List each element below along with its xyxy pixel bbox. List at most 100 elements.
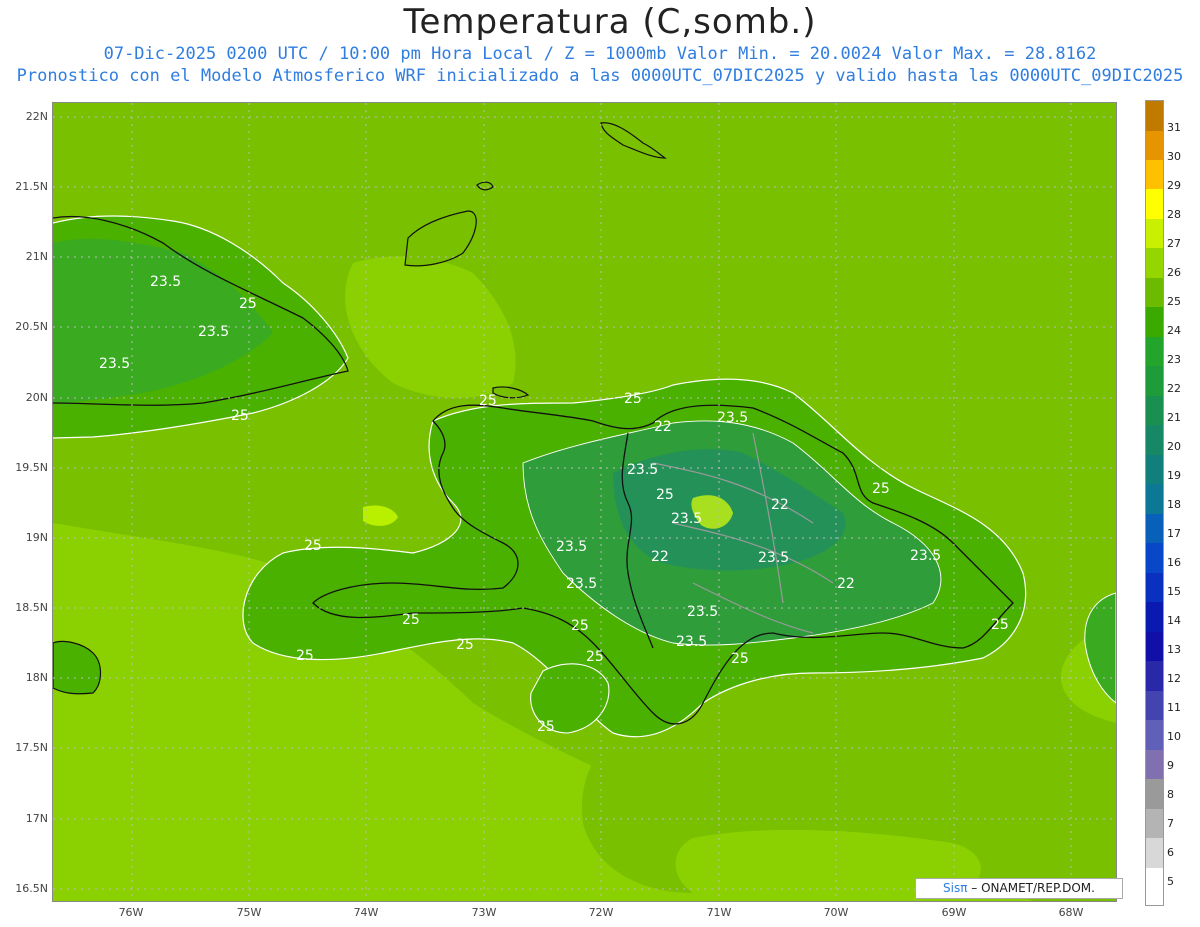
contour-label: 25 bbox=[479, 393, 497, 409]
contour-label: 25 bbox=[231, 408, 249, 424]
legend-cell bbox=[1146, 543, 1163, 573]
legend-cell bbox=[1146, 779, 1163, 809]
lat-label: 19.5N bbox=[15, 461, 48, 474]
legend-label: 26 bbox=[1167, 266, 1181, 279]
legend-label: 11 bbox=[1167, 701, 1181, 714]
legend-cell bbox=[1146, 337, 1163, 366]
contour-label: 23.5 bbox=[676, 634, 707, 650]
legend-cell bbox=[1146, 720, 1163, 750]
legend-cell bbox=[1146, 278, 1163, 307]
legend-cell bbox=[1146, 396, 1163, 425]
lon-label: 68W bbox=[1058, 906, 1084, 919]
legend-label: 21 bbox=[1167, 411, 1181, 424]
legend-cell bbox=[1146, 248, 1163, 278]
contour-label: 22 bbox=[651, 549, 669, 565]
legend-cell bbox=[1146, 632, 1163, 661]
temperature-map[interactable]: 23.5 23.5 23.5 25 25 25 25 22 23.5 23.5 … bbox=[52, 102, 1117, 902]
contour-label: 25 bbox=[872, 481, 890, 497]
lat-label: 18N bbox=[25, 671, 48, 684]
contour-label: 23.5 bbox=[910, 548, 941, 564]
legend-label: 20 bbox=[1167, 440, 1181, 453]
lon-label: 76W bbox=[118, 906, 144, 919]
contour-label: 25 bbox=[571, 618, 589, 634]
legend-label: 31 bbox=[1167, 121, 1181, 134]
lat-label: 20N bbox=[25, 391, 48, 404]
legend-cell bbox=[1146, 219, 1163, 248]
lon-label: 75W bbox=[236, 906, 262, 919]
subtitle-valid-time: 07-Dic-2025 0200 UTC / 10:00 pm Hora Loc… bbox=[103, 44, 1097, 64]
lon-label: 73W bbox=[471, 906, 497, 919]
legend-label: 14 bbox=[1167, 614, 1181, 627]
legend-cell bbox=[1146, 514, 1163, 543]
contour-label: 23.5 bbox=[758, 550, 789, 566]
map-title: Temperatura (C,somb.) bbox=[403, 2, 817, 42]
lon-label: 69W bbox=[941, 906, 967, 919]
lat-label: 16.5N bbox=[15, 882, 48, 895]
lat-label: 18.5N bbox=[15, 601, 48, 614]
contour-label: 23.5 bbox=[627, 462, 658, 478]
contour-label: 23.5 bbox=[671, 511, 702, 527]
legend-cell bbox=[1146, 425, 1163, 455]
legend-label: 16 bbox=[1167, 556, 1181, 569]
contour-label: 25 bbox=[402, 612, 420, 628]
subtitle-model-info: Pronostico con el Modelo Atmosferico WRF… bbox=[16, 66, 1184, 86]
contour-label: 25 bbox=[239, 296, 257, 312]
legend-cell bbox=[1146, 101, 1163, 131]
legend-label: 29 bbox=[1167, 179, 1181, 192]
legend-cell bbox=[1146, 484, 1163, 514]
contour-label: 23.5 bbox=[687, 604, 718, 620]
lat-label: 17.5N bbox=[15, 741, 48, 754]
legend-label: 23 bbox=[1167, 353, 1181, 366]
legend-label: 18 bbox=[1167, 498, 1181, 511]
contour-label: 22 bbox=[837, 576, 855, 592]
contour-label: 25 bbox=[296, 648, 314, 664]
legend-label: 10 bbox=[1167, 730, 1181, 743]
contour-label: 25 bbox=[624, 391, 642, 407]
legend-cell bbox=[1146, 838, 1163, 868]
legend-cell bbox=[1146, 602, 1163, 632]
legend-cell bbox=[1146, 189, 1163, 219]
contour-label: 23.5 bbox=[99, 356, 130, 372]
contour-label: 25 bbox=[731, 651, 749, 667]
lon-label: 72W bbox=[588, 906, 614, 919]
legend-label: 17 bbox=[1167, 527, 1181, 540]
legend-label: 7 bbox=[1167, 817, 1174, 830]
legend-label: 27 bbox=[1167, 237, 1181, 250]
legend-cell bbox=[1146, 691, 1163, 720]
credit-box: Sisπ – ONAMET/REP.DOM. bbox=[915, 878, 1123, 899]
legend-label: 15 bbox=[1167, 585, 1181, 598]
contour-label: 23.5 bbox=[198, 324, 229, 340]
contour-label: 23.5 bbox=[150, 274, 181, 290]
legend-cell bbox=[1146, 573, 1163, 602]
contour-label: 23.5 bbox=[556, 539, 587, 555]
legend-label: 30 bbox=[1167, 150, 1181, 163]
legend-label: 22 bbox=[1167, 382, 1181, 395]
lat-label: 17N bbox=[25, 812, 48, 825]
legend-label: 6 bbox=[1167, 846, 1174, 859]
legend-label: 28 bbox=[1167, 208, 1181, 221]
legend-label: 12 bbox=[1167, 672, 1181, 685]
color-legend bbox=[1145, 100, 1164, 906]
legend-cell bbox=[1146, 868, 1163, 905]
lat-label: 19N bbox=[25, 531, 48, 544]
contour-label: 23.5 bbox=[566, 576, 597, 592]
legend-label: 8 bbox=[1167, 788, 1174, 801]
map-canvas: 23.5 23.5 23.5 25 25 25 25 22 23.5 23.5 … bbox=[53, 103, 1116, 901]
legend-label: 19 bbox=[1167, 469, 1181, 482]
legend-cell bbox=[1146, 366, 1163, 396]
contour-label: 25 bbox=[304, 538, 322, 554]
legend-label: 5 bbox=[1167, 875, 1174, 888]
legend-label: 24 bbox=[1167, 324, 1181, 337]
legend-cell bbox=[1146, 809, 1163, 838]
legend-cell bbox=[1146, 131, 1163, 160]
legend-label: 9 bbox=[1167, 759, 1174, 772]
sispi-logo: Sisπ bbox=[943, 881, 968, 895]
contour-label: 25 bbox=[656, 487, 674, 503]
legend-label: 25 bbox=[1167, 295, 1181, 308]
lon-label: 70W bbox=[823, 906, 849, 919]
contour-label: 25 bbox=[537, 719, 555, 735]
contour-label: 22 bbox=[771, 497, 789, 513]
lon-label: 71W bbox=[706, 906, 732, 919]
legend-cell bbox=[1146, 307, 1163, 337]
legend-cell bbox=[1146, 661, 1163, 691]
